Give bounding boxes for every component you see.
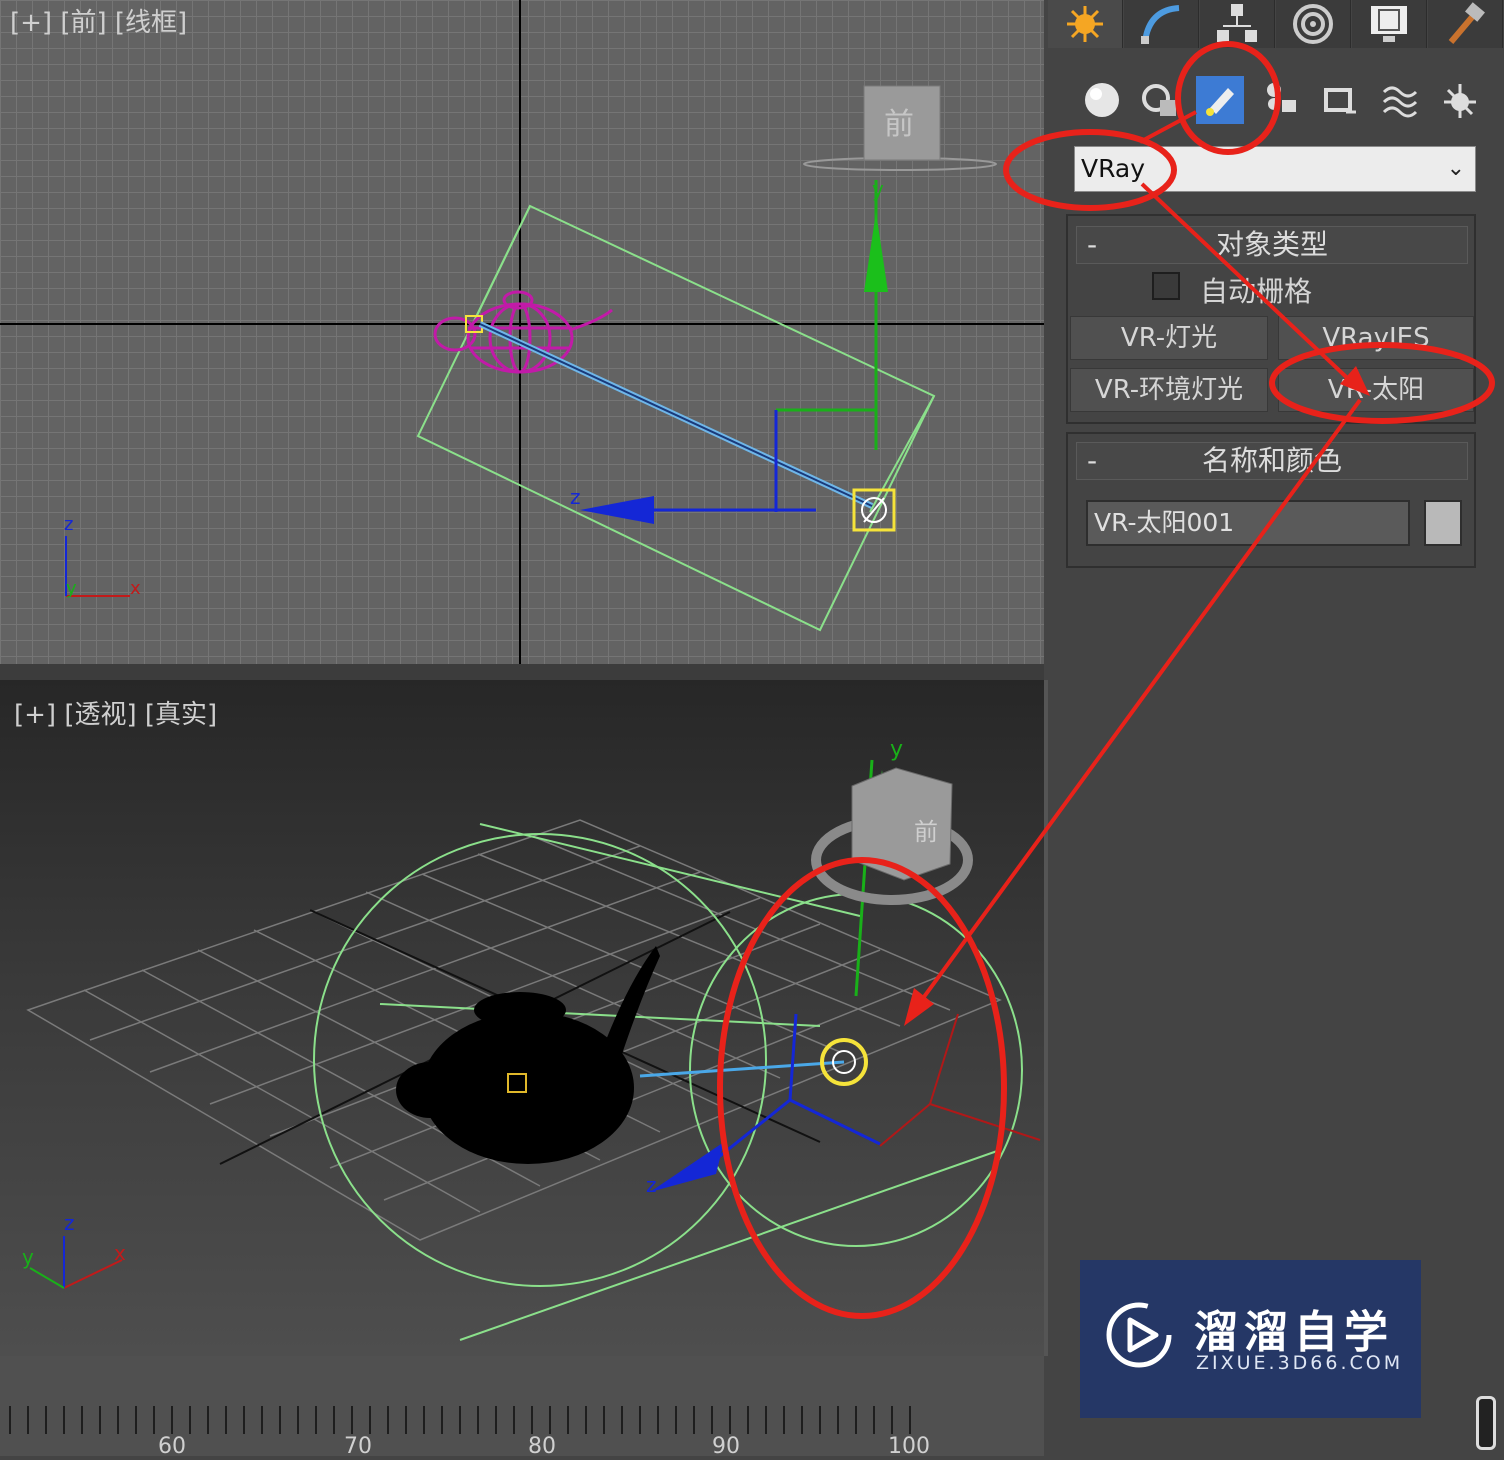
tab-motion[interactable]: [1276, 0, 1351, 48]
svg-text:y: y: [890, 737, 903, 762]
teapot-solid: [396, 946, 660, 1164]
renderer-category-dropdown[interactable]: VRay ⌄: [1074, 146, 1476, 192]
viewcube: [851, 767, 953, 881]
sun-light-icon: [820, 1038, 868, 1086]
watermark-name: 溜溜自学: [1194, 1307, 1394, 1358]
tab-display[interactable]: [1352, 0, 1427, 48]
svg-text:y: y: [66, 578, 77, 599]
timeline-tick-label: 90: [712, 1434, 740, 1459]
geometry-icon: [1085, 83, 1119, 117]
object-color-swatch[interactable]: [1424, 500, 1462, 546]
play-logo-icon: [1106, 1302, 1172, 1368]
renderer-category-value: VRay: [1081, 154, 1146, 183]
perspective-viewport[interactable]: [+] [透视] [真实] y z 前 z x y: [0, 680, 1048, 1356]
spacewarps-icon: [1382, 86, 1418, 118]
tab-hierarchy[interactable]: [1200, 0, 1275, 48]
teapot-wireframe: [433, 290, 613, 374]
svg-text:x: x: [130, 578, 141, 599]
perspective-viewport-scene: y z 前 z x y: [22, 737, 1041, 1341]
svg-text:z: z: [646, 1173, 657, 1197]
name-color-title: 名称和颜色: [1201, 444, 1342, 477]
modify-icon: [1141, 5, 1180, 44]
vr-ambient-light-button[interactable]: VR-环境灯光: [1070, 368, 1268, 412]
front-viewport-label[interactable]: [+] [前] [线框]: [10, 2, 187, 39]
lights-icon: [1206, 88, 1234, 116]
object-name-input[interactable]: VR-太阳001: [1086, 500, 1410, 546]
object-type-header[interactable]: - 对象类型: [1076, 226, 1468, 264]
watermark-logo: 溜溜自学 ZIXUE.3D66.COM: [1080, 1260, 1421, 1418]
subcat-spacewarps[interactable]: [1376, 76, 1424, 124]
viewport-divider[interactable]: [0, 664, 1044, 680]
svg-text:z: z: [64, 1211, 75, 1235]
perspective-viewport-label[interactable]: [+] [透视] [真实]: [14, 694, 217, 731]
viewcube: [863, 85, 941, 161]
timeline-tick-label: 60: [158, 1434, 186, 1459]
utilities-icon: [1448, 2, 1485, 44]
vr-sun-button[interactable]: VR-太阳: [1278, 368, 1474, 412]
vray-ies-button[interactable]: VRayIES: [1278, 316, 1474, 360]
subcat-cameras[interactable]: [1258, 76, 1306, 124]
ground-grid: [26, 819, 1002, 1241]
display-icon: [1371, 6, 1407, 42]
viewcube-face-label[interactable]: 前: [884, 107, 914, 142]
motion-icon: [1293, 4, 1333, 44]
svg-text:z: z: [64, 514, 73, 535]
cameras-icon: [1267, 83, 1296, 112]
viewcube-face-label[interactable]: 前: [914, 818, 938, 846]
hierarchy-icon: [1217, 4, 1257, 42]
tab-utilities[interactable]: [1428, 0, 1503, 48]
helpers-icon: [1324, 88, 1356, 114]
timeline-tick-label: 100: [888, 1434, 930, 1459]
watermark-url: ZIXUE.3D66.COM: [1196, 1352, 1404, 1374]
subcat-shapes[interactable]: [1136, 76, 1184, 124]
svg-text:x: x: [114, 1241, 126, 1265]
subcat-systems[interactable]: [1436, 76, 1484, 124]
autogrid-checkbox[interactable]: [1152, 272, 1180, 300]
subcat-helpers[interactable]: [1316, 76, 1364, 124]
subcat-geometry[interactable]: [1078, 76, 1126, 124]
tab-modify[interactable]: [1124, 0, 1199, 48]
sun-light-icon: [852, 488, 896, 532]
svg-text:y: y: [22, 1245, 34, 1269]
systems-icon: [1444, 84, 1476, 118]
subcat-lights[interactable]: [1196, 76, 1244, 124]
timeline-tick-label: 70: [344, 1434, 372, 1459]
collapse-icon: -: [1087, 228, 1098, 261]
svg-text:y: y: [872, 177, 884, 201]
object-type-title: 对象类型: [1215, 228, 1328, 261]
timeline-tick-label: 80: [528, 1434, 556, 1459]
collapse-icon: -: [1087, 444, 1098, 477]
front-viewport[interactable]: [+] [前] [线框] z y 前 z x y: [0, 0, 1044, 664]
front-viewport-scene: z y 前 z x y: [0, 0, 1044, 664]
svg-text:z: z: [570, 485, 581, 509]
create-icon: [1067, 6, 1103, 42]
sun-shadow-box: [416, 204, 936, 632]
scrollbar-handle[interactable]: [1476, 1396, 1496, 1450]
chevron-down-icon: ⌄: [1446, 156, 1465, 181]
name-color-header[interactable]: - 名称和颜色: [1076, 442, 1468, 480]
tab-create[interactable]: [1048, 0, 1123, 48]
vr-light-button[interactable]: VR-灯光: [1070, 316, 1268, 360]
autogrid-label: 自动栅格: [1200, 275, 1313, 308]
shapes-icon: [1142, 84, 1176, 116]
